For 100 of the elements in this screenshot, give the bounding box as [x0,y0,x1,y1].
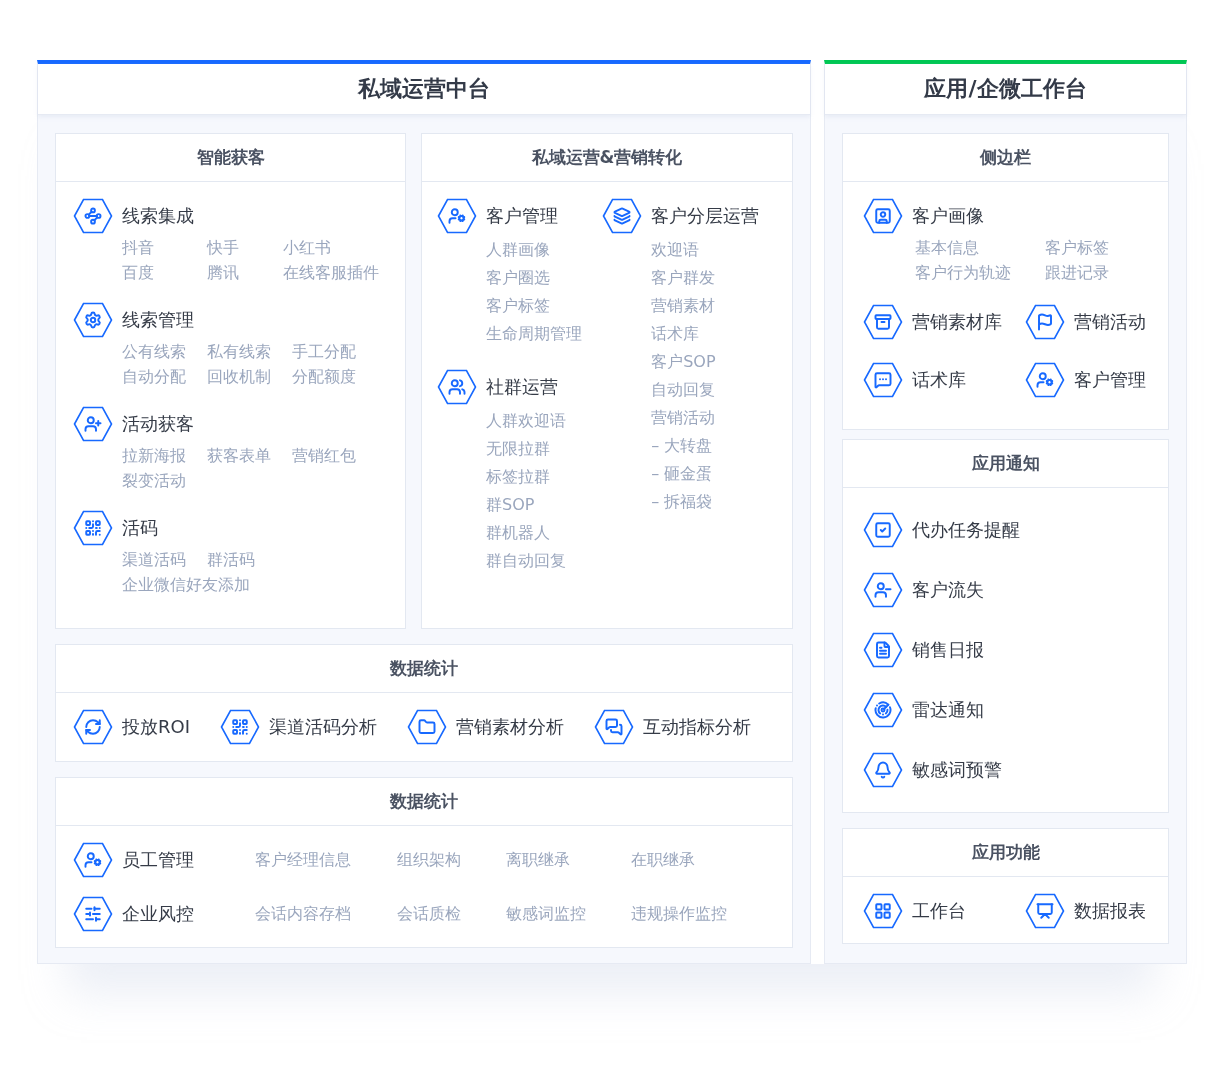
analytics-item[interactable]: 营销素材分析 [456,715,564,739]
feature-item[interactable]: 在线客服插件 [283,263,379,284]
feature-title[interactable]: 社群运营 [486,375,558,399]
feature-title[interactable]: 线索集成 [122,204,194,228]
feature-item[interactable]: 离职继承 [506,849,631,871]
card-title: 侧边栏 [980,146,1031,169]
tool-item[interactable]: 客户管理 [1074,368,1146,392]
notification-item[interactable]: 代办任务提醒 [912,518,1020,542]
analytics-item[interactable]: 投放ROI [122,715,190,739]
bell-icon [863,752,903,788]
feature-item[interactable]: – 拆福袋 [651,492,777,513]
card-title: 数据统计 [390,790,458,813]
feature-title[interactable]: 活动获客 [122,412,194,436]
feature-item[interactable]: 回收机制 [207,367,292,388]
feature-item[interactable]: 公有线索 [122,342,207,363]
feature-item[interactable]: 企业微信好友添加 [122,575,250,596]
presentation-icon [1025,893,1065,929]
radar-icon [863,692,903,728]
function-item[interactable]: 数据报表 [1074,899,1146,923]
feature-item[interactable]: 营销红包 [292,446,377,467]
settings-icon [73,302,113,338]
layers-icon [602,198,643,234]
feature-item[interactable]: 拉新海报 [122,446,207,467]
feature-item[interactable]: 客户标签 [486,296,603,317]
feature-item[interactable]: 欢迎语 [651,240,777,261]
feature-item[interactable]: 渠道活码 [122,550,207,571]
notification-item[interactable]: 敏感词预警 [912,758,1002,782]
feature-item[interactable]: 无限拉群 [486,439,603,460]
feature-item[interactable]: 自动回复 [651,380,777,401]
refresh-icon [73,709,113,745]
feature-item[interactable]: 营销素材 [651,296,777,317]
feature-item[interactable]: 人群欢迎语 [486,411,603,432]
feature-title[interactable]: 客户管理 [486,204,558,228]
feature-item[interactable]: 百度 [122,263,207,284]
feature-item[interactable]: 在职继承 [631,849,775,871]
feature-item[interactable]: 客户标签 [1045,238,1175,259]
notification-item[interactable]: 销售日报 [912,638,984,662]
feature-title[interactable]: 企业风控 [122,902,194,926]
feature-title[interactable]: 客户分层运营 [651,204,760,228]
feature-item[interactable]: 手工分配 [292,342,377,363]
analytics-item[interactable]: 互动指标分析 [643,715,751,739]
feature-title[interactable]: 线索管理 [122,308,194,332]
panel-title: 私域运营中台 [358,75,490,103]
route-icon [73,198,113,234]
feature-item[interactable]: 客户SOP [651,352,777,373]
feature-item[interactable]: 裂变活动 [122,471,207,492]
notification-item[interactable]: 客户流失 [912,578,984,602]
feature-item[interactable]: 群SOP [486,495,603,516]
tool-item[interactable]: 营销素材库 [912,310,1002,334]
feature-item[interactable]: 私有线索 [207,342,292,363]
tool-item[interactable]: 话术库 [912,368,966,392]
tool-item[interactable]: 营销活动 [1074,310,1146,334]
function-item[interactable]: 工作台 [912,899,966,923]
feature-item[interactable]: 客户经理信息 [255,849,397,871]
feature-item[interactable]: 违规操作监控 [631,903,775,925]
chat-icon [594,709,634,745]
archive-icon [863,304,903,340]
feature-item[interactable]: 群机器人 [486,523,603,544]
feature-item[interactable]: – 砸金蛋 [651,464,777,485]
feature-item[interactable]: 敏感词监控 [506,903,631,925]
panel-title: 应用/企微工作台 [924,75,1087,103]
feature-item[interactable]: 会话内容存档 [255,903,397,925]
flag-icon [1025,304,1065,340]
feature-item[interactable]: 营销活动 [651,408,777,429]
feature-item[interactable]: 腾讯 [207,263,283,284]
user-minus-icon [863,572,903,608]
analytics-item[interactable]: 渠道活码分析 [269,715,377,739]
notification-item[interactable]: 雷达通知 [912,698,984,722]
feature-item[interactable]: 标签拉群 [486,467,603,488]
feature-title[interactable]: 员工管理 [122,848,194,872]
feature-item[interactable]: 抖音 [122,238,207,259]
feature-item[interactable]: 群活码 [207,550,292,571]
feature-item[interactable]: 小红书 [283,238,368,259]
folder-icon [407,709,447,745]
grid-icon [863,893,903,929]
feature-item[interactable]: 组织架构 [397,849,506,871]
feature-item[interactable]: 客户行为轨迹 [915,263,1045,284]
feature-item[interactable]: 话术库 [651,324,777,345]
qr-code-icon [73,510,113,546]
feature-item[interactable]: 群自动回复 [486,551,603,572]
feature-item[interactable]: 生命周期管理 [486,324,603,345]
card-title: 私域运营&营销转化 [531,146,683,169]
feature-title[interactable]: 活码 [122,516,158,540]
qr-code-icon [220,709,260,745]
feature-item[interactable]: 客户圈选 [486,268,603,289]
sliders-icon [73,896,113,932]
feature-item[interactable]: 跟进记录 [1045,263,1175,284]
users-icon [437,369,477,405]
card-title: 应用通知 [971,452,1040,475]
feature-item[interactable]: 自动分配 [122,367,207,388]
feature-item[interactable]: 获客表单 [207,446,292,467]
feature-item[interactable]: 会话质检 [397,903,506,925]
feature-item[interactable]: 分配额度 [292,367,377,388]
card-title: 数据统计 [390,657,458,680]
feature-item[interactable]: 基本信息 [915,238,1045,259]
feature-item[interactable]: 客户群发 [651,268,777,289]
feature-item[interactable]: – 大转盘 [651,436,777,457]
feature-title[interactable]: 客户画像 [912,204,984,228]
feature-item[interactable]: 快手 [207,238,283,259]
feature-item[interactable]: 人群画像 [486,240,603,261]
